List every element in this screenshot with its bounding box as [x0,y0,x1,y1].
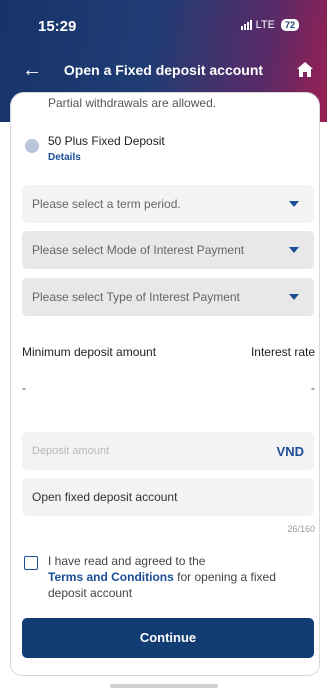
char-counter: 26/160 [287,524,315,534]
terms-checkbox[interactable] [24,556,38,570]
deposit-amount-input[interactable]: Deposit amount VND [22,432,314,470]
signal-icon [240,20,252,30]
nav-bar: ← Open a Fixed deposit account [0,52,327,92]
continue-button[interactable]: Continue [22,618,314,658]
chevron-down-icon [289,294,299,300]
term-period-placeholder: Please select a term period. [32,197,181,211]
interest-mode-placeholder: Please select Mode of Interest Payment [32,243,245,257]
agreement-text-line1: I have read and agreed to the [48,554,206,568]
min-deposit-value: - [22,381,26,395]
account-name-value: Open fixed deposit account [32,490,178,504]
status-time: 15:29 [38,18,77,35]
interest-rate-label: Interest rate [250,345,315,359]
network-label: LTE [255,19,275,31]
min-deposit-label: Minimum deposit amount [22,345,157,359]
term-period-select[interactable]: Please select a term period. [22,185,314,223]
product-radio[interactable] [25,139,39,153]
chevron-down-icon [289,201,299,207]
home-indicator [110,684,218,688]
status-indicators: LTE 72 [240,19,299,31]
battery-icon: 72 [280,19,299,31]
status-bar: 15:29 LTE 72 [0,0,327,52]
interest-type-placeholder: Please select Type of Interest Payment [32,290,240,304]
details-link[interactable]: Details [48,152,81,163]
interest-mode-select[interactable]: Please select Mode of Interest Payment [22,231,314,269]
agreement-text-line3: deposit account [48,586,133,600]
partial-withdrawal-note: Partial withdrawals are allowed. [48,96,217,110]
currency-label: VND [276,444,304,459]
product-name: 50 Plus Fixed Deposit [48,134,165,148]
agreement-text-line2-rest: for opening a fixed [173,570,276,584]
chevron-down-icon [289,247,299,253]
terms-link[interactable]: Terms and Conditions [48,570,174,584]
account-name-input[interactable]: Open fixed deposit account [22,478,314,516]
agreement-text-line2: Terms and Conditions for opening a fixed [48,570,276,584]
page-title: Open a Fixed deposit account [63,62,264,78]
interest-type-select[interactable]: Please select Type of Interest Payment [22,278,314,316]
deposit-amount-placeholder: Deposit amount [32,445,110,457]
interest-rate-value: - [311,381,315,395]
home-icon[interactable] [295,60,315,80]
